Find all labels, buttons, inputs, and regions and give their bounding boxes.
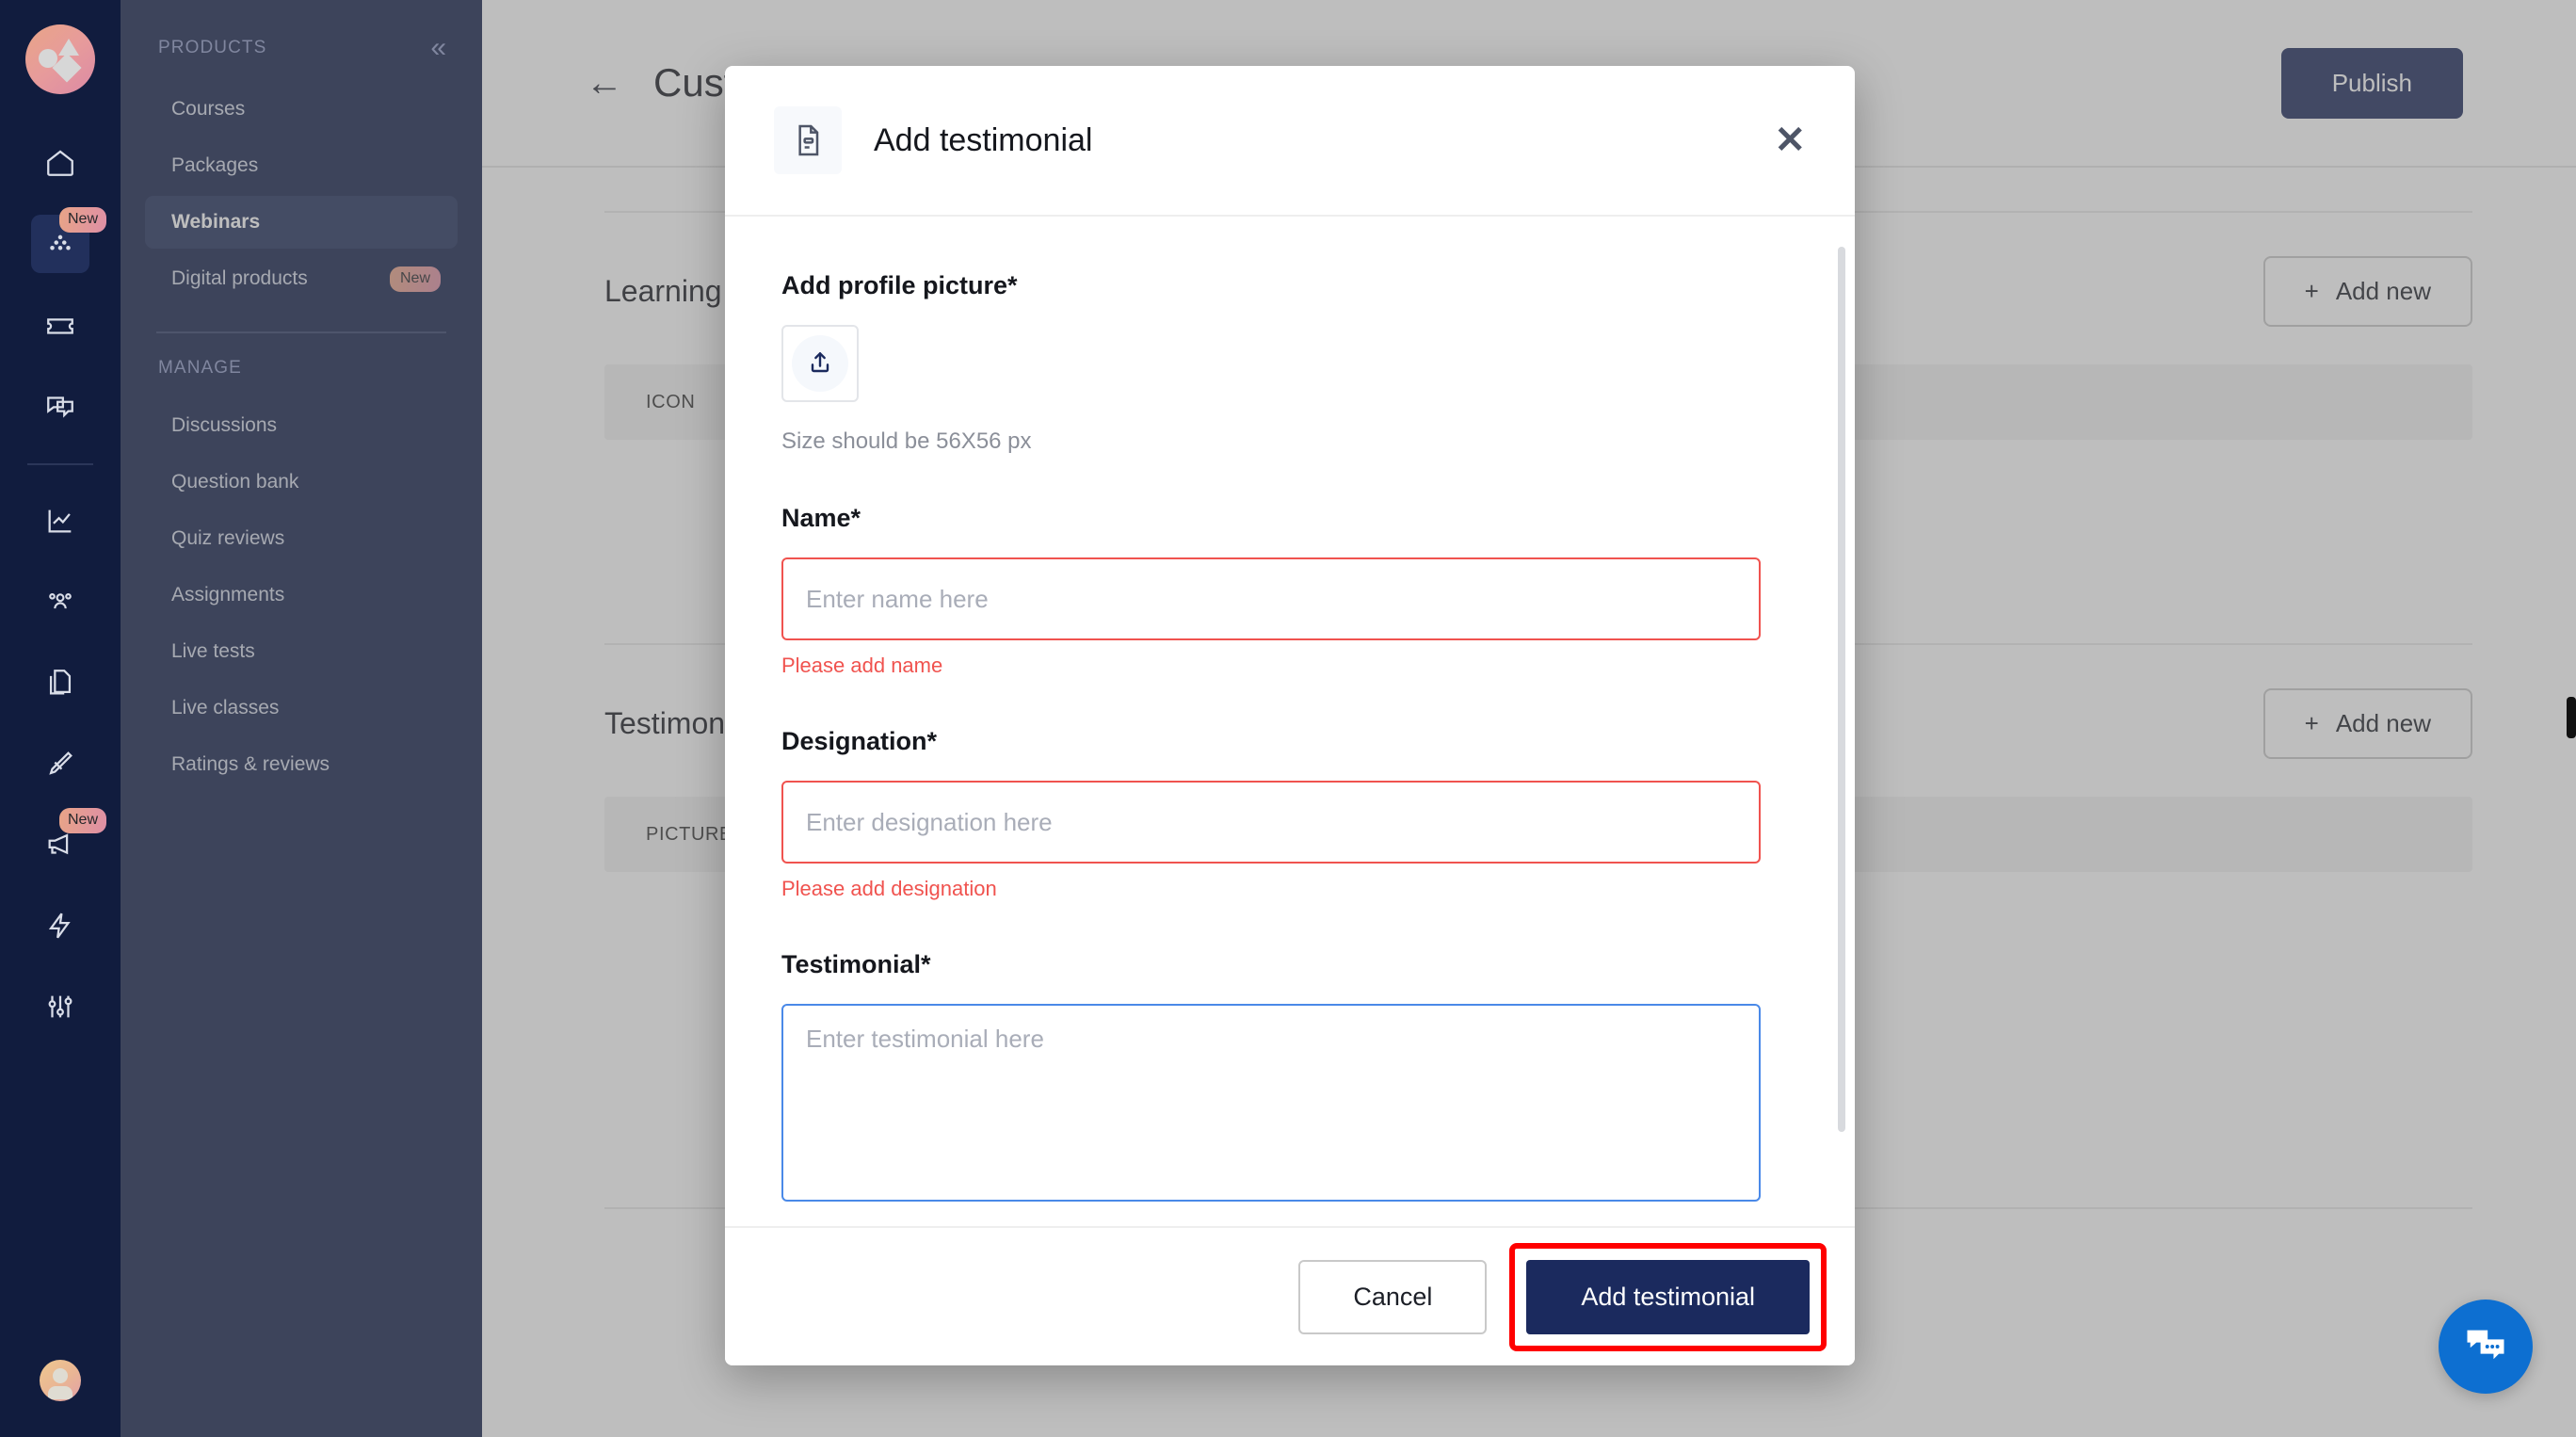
settings-icon xyxy=(48,995,72,1018)
name-error-message: Please add name xyxy=(781,654,943,677)
analytics-icon xyxy=(48,509,72,533)
automation-icon xyxy=(48,912,71,939)
name-label: Name* xyxy=(781,504,861,532)
name-input[interactable] xyxy=(781,557,1761,640)
upload-icon xyxy=(811,352,829,373)
design-icon xyxy=(49,751,72,775)
testimonial-label: Testimonial* xyxy=(781,950,931,978)
profile-picture-hint: Size should be 56X56 px xyxy=(781,428,1032,454)
profile-picture-upload-button[interactable] xyxy=(781,325,859,402)
chat-bubbles-icon xyxy=(2467,1330,2504,1360)
cancel-button[interactable]: Cancel xyxy=(1298,1259,1488,1334)
testimonial-textarea[interactable] xyxy=(781,1004,1761,1202)
profile-picture-field: Add profile picture* Size should be 56X5… xyxy=(781,271,1798,455)
logo-triangle-shape xyxy=(58,39,79,56)
page-scrollbar-thumb[interactable] xyxy=(2567,697,2576,738)
modal-title: Add testimonial xyxy=(874,121,1093,158)
learners-icon xyxy=(49,593,72,609)
modal-body: Add profile picture* Size should be 56X5… xyxy=(725,217,1855,1226)
rail-item-automation[interactable] xyxy=(31,896,89,955)
add-testimonial-submit-button[interactable]: Add testimonial xyxy=(1526,1259,1810,1334)
profile-picture-label: Add profile picture* xyxy=(781,271,1018,299)
home-icon xyxy=(47,150,73,176)
rail-badge-new-marketing: New xyxy=(59,808,107,833)
screen-root: New New PRODUCTS « Courses Packages Webi… xyxy=(0,0,2576,1437)
rail-divider xyxy=(27,463,93,465)
chat-widget-button[interactable] xyxy=(2439,1300,2533,1394)
rail-item-discussions[interactable] xyxy=(31,377,89,435)
rail-item-products[interactable]: New xyxy=(31,207,107,273)
rail-item-marketing[interactable]: New xyxy=(31,808,107,874)
user-avatar[interactable] xyxy=(40,1360,81,1401)
brand-logo[interactable] xyxy=(25,24,95,94)
designation-error-message: Please add designation xyxy=(781,877,997,900)
pages-icon xyxy=(49,670,72,695)
rail-item-pages[interactable] xyxy=(31,654,89,712)
submit-highlight-ring: Add testimonial xyxy=(1509,1242,1827,1351)
rail-icon-list: New New xyxy=(0,134,121,1058)
modal-footer: Cancel Add testimonial xyxy=(725,1226,1855,1365)
modal-scrollbar-thumb[interactable] xyxy=(1838,247,1845,1132)
rail-item-learners[interactable] xyxy=(31,573,89,631)
designation-field-block: Designation* Please add designation xyxy=(781,727,1798,901)
icon-rail: New New xyxy=(0,0,121,1437)
close-icon[interactable]: ✕ xyxy=(1774,121,1806,159)
rail-item-home[interactable] xyxy=(31,134,89,192)
rail-item-design[interactable] xyxy=(31,735,89,793)
marketing-icon xyxy=(48,833,69,855)
name-field-block: Name* Please add name xyxy=(781,504,1798,678)
testimonial-field-block: Testimonial* xyxy=(781,950,1798,1206)
avatar-head xyxy=(53,1368,68,1383)
products-icon xyxy=(50,234,71,250)
upload-icon-circle xyxy=(792,335,848,392)
rail-item-settings[interactable] xyxy=(31,977,89,1036)
rail-badge-new: New xyxy=(59,207,107,233)
chat-icon xyxy=(47,396,73,418)
rail-item-analytics[interactable] xyxy=(31,492,89,550)
coupon-icon xyxy=(47,318,73,334)
designation-input[interactable] xyxy=(781,781,1761,864)
add-testimonial-modal: Add testimonial ✕ Add profile picture* S… xyxy=(725,66,1855,1365)
document-icon xyxy=(798,124,819,156)
avatar-body xyxy=(48,1386,72,1399)
designation-label: Designation* xyxy=(781,727,938,755)
modal-icon-container xyxy=(774,106,842,174)
modal-header: Add testimonial ✕ xyxy=(725,66,1855,217)
rail-item-coupons[interactable] xyxy=(31,296,89,354)
